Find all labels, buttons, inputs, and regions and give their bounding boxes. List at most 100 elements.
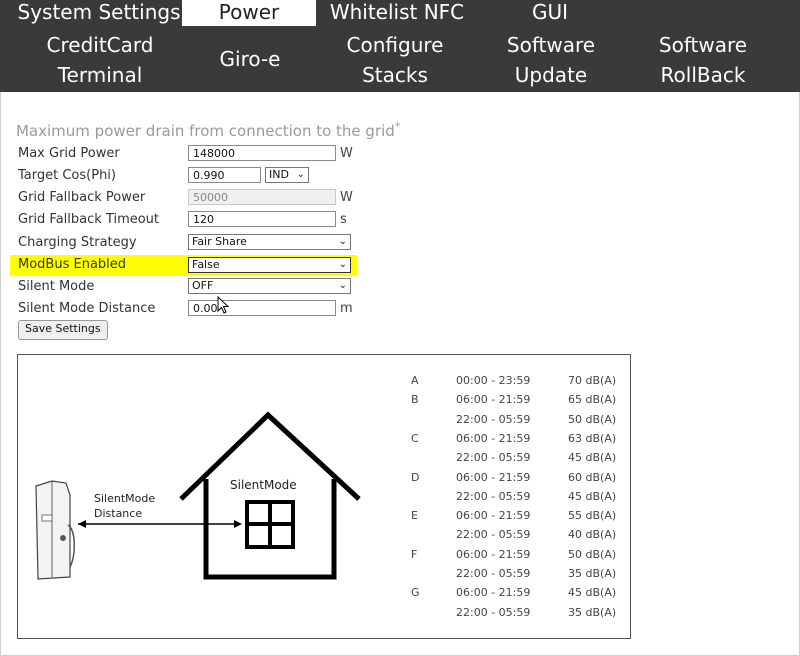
tab-software-rollback[interactable]: Software RollBack	[638, 30, 768, 90]
power-settings-panel: Maximum power drain from connection to t…	[0, 92, 800, 656]
heading-text: Maximum power drain from connection to t…	[16, 122, 395, 140]
modbus-enabled-value: False	[192, 258, 220, 271]
silent-mode-value: OFF	[192, 279, 214, 292]
max-grid-power-input[interactable]: 148000	[188, 145, 336, 161]
noise-level-db: 50 dB(A)	[568, 412, 617, 426]
noise-level-db: 50 dB(A)	[568, 547, 617, 561]
noise-level-db: 63 dB(A)	[568, 431, 617, 445]
chevron-down-icon: ⌄	[296, 169, 305, 180]
charging-strategy-select[interactable]: Fair Share ⌄	[188, 234, 351, 250]
noise-level-db: 35 dB(A)	[568, 567, 617, 580]
target-cos-label: Target Cos(Phi)	[18, 168, 116, 183]
noise-level-letter: A	[411, 374, 419, 387]
chevron-down-icon: ⌄	[338, 259, 347, 270]
grid-fallback-timeout-label: Grid Fallback Timeout	[18, 212, 160, 227]
tab-label-line1: Software	[506, 33, 596, 57]
grid-fallback-power-row: Grid Fallback Power 50000 W	[18, 188, 458, 208]
window-icon	[245, 500, 295, 549]
tab-label-line2: RollBack	[660, 63, 746, 87]
tab-software-update[interactable]: Software Update	[488, 30, 614, 90]
silent-mode-row: Silent Mode OFF ⌄	[18, 277, 458, 297]
max-grid-power-label: Max Grid Power	[18, 146, 120, 161]
noise-level-time: 22:00 - 05:59	[456, 605, 531, 619]
top-navigation: System Settings Power Whitelist NFC GUI …	[0, 0, 800, 92]
noise-level-time: 22:00 - 05:59	[456, 412, 531, 426]
modbus-enabled-label: ModBus Enabled	[18, 257, 127, 272]
modbus-enabled-row: ModBus Enabled False ⌄	[10, 255, 357, 276]
max-grid-power-row: Max Grid Power 148000 W	[18, 144, 458, 164]
grid-fallback-power-label: Grid Fallback Power	[18, 190, 146, 205]
noise-level-db: 60 dB(A)	[568, 470, 617, 484]
noise-level-db: 45 dB(A)	[568, 489, 617, 503]
tab-creditcard-terminal[interactable]: CreditCard Terminal	[30, 30, 170, 90]
chevron-down-icon: ⌄	[338, 236, 347, 247]
charging-station-icon	[35, 480, 75, 580]
tab-label-line2: Terminal	[57, 63, 143, 87]
grid-fallback-power-unit: W	[340, 190, 353, 205]
distance-label-line1: SilentMode	[94, 492, 156, 505]
noise-level-time: 06:00 - 21:59	[456, 586, 531, 600]
noise-level-letter: C	[411, 431, 419, 445]
silent-mode-label: Silent Mode	[18, 279, 95, 294]
charging-strategy-value: Fair Share	[192, 235, 247, 248]
tab-label-line1: CreditCard	[46, 33, 154, 57]
noise-level-time: 00:00 - 23:59	[456, 374, 531, 387]
noise-level-time: 22:00 - 05:59	[456, 451, 531, 465]
charging-strategy-label: Charging Strategy	[18, 235, 137, 250]
noise-level-db: 45 dB(A)	[568, 586, 617, 600]
noise-level-time: 06:00 - 21:59	[456, 470, 531, 484]
tab-whitelist-nfc[interactable]: Whitelist NFC	[322, 0, 472, 26]
noise-level-time: 22:00 - 05:59	[456, 489, 531, 503]
noise-level-time: 06:00 - 21:59	[456, 431, 531, 445]
grid-fallback-timeout-unit: s	[340, 212, 347, 227]
tab-label-line2: Update	[514, 63, 588, 87]
modbus-enabled-select[interactable]: False ⌄	[188, 257, 351, 273]
silent-mode-distance-input[interactable]: 0.00	[188, 300, 336, 316]
required-mark: *	[394, 120, 401, 133]
target-cos-row: Target Cos(Phi) 0.990 IND ⌄	[18, 166, 458, 186]
grid-fallback-power-input: 50000	[188, 189, 336, 205]
silent-mode-diagram: SilentMode SilentMode Distance A 00:00 - …	[17, 354, 631, 639]
distance-arrow	[78, 520, 242, 528]
noise-level-letter: F	[411, 547, 418, 561]
noise-level-time: 22:00 - 05:59	[456, 528, 531, 542]
tab-giro-e[interactable]: Giro-e	[190, 44, 310, 74]
noise-level-db: 35 dB(A)	[568, 605, 617, 619]
charging-strategy-row: Charging Strategy Fair Share ⌄	[18, 233, 458, 253]
distance-label-line2: Distance	[94, 507, 143, 520]
target-cos-select[interactable]: IND ⌄	[265, 167, 309, 183]
tab-label-line2: Stacks	[362, 63, 428, 87]
noise-level-letter: E	[411, 509, 418, 523]
grid-fallback-timeout-row: Grid Fallback Timeout 120 s	[18, 210, 458, 230]
mouse-cursor-icon	[217, 296, 229, 314]
noise-level-letter: B	[411, 393, 419, 407]
distance-label: SilentMode Distance	[94, 491, 155, 521]
target-cos-input[interactable]: 0.990	[188, 167, 261, 183]
noise-level-time: 06:00 - 21:59	[456, 509, 531, 523]
silent-mode-distance-unit: m	[340, 301, 353, 316]
tab-gui[interactable]: GUI	[500, 0, 600, 26]
house-icon	[179, 411, 361, 580]
tab-power[interactable]: Power	[182, 0, 316, 26]
silent-mode-distance-row: Silent Mode Distance 0.00 m	[18, 299, 458, 319]
grid-fallback-timeout-input[interactable]: 120	[188, 211, 336, 227]
noise-level-time: 06:00 - 21:59	[456, 393, 531, 407]
noise-level-db: 45 dB(A)	[568, 451, 617, 465]
noise-level-db: 70 dB(A)	[568, 374, 617, 387]
house-label: SilentMode	[230, 478, 297, 492]
noise-level-time: 06:00 - 21:59	[456, 547, 531, 561]
silent-mode-select[interactable]: OFF ⌄	[188, 278, 351, 294]
tab-configure-stacks[interactable]: Configure Stacks	[330, 30, 460, 90]
tab-label-line1: Configure	[346, 33, 444, 57]
noise-level-time: 22:00 - 05:59	[456, 567, 531, 580]
tab-system-settings[interactable]: System Settings	[16, 0, 182, 26]
page-heading: Maximum power drain from connection to t…	[16, 120, 400, 140]
max-grid-power-unit: W	[340, 146, 353, 161]
noise-level-db: 55 dB(A)	[568, 509, 617, 523]
noise-level-letter: D	[411, 470, 420, 484]
noise-level-letter: G	[411, 586, 420, 600]
save-settings-button[interactable]: Save Settings	[18, 320, 108, 340]
noise-level-db: 40 dB(A)	[568, 528, 617, 542]
silent-mode-distance-label: Silent Mode Distance	[18, 301, 156, 316]
tab-label-line1: Giro-e	[219, 47, 281, 71]
